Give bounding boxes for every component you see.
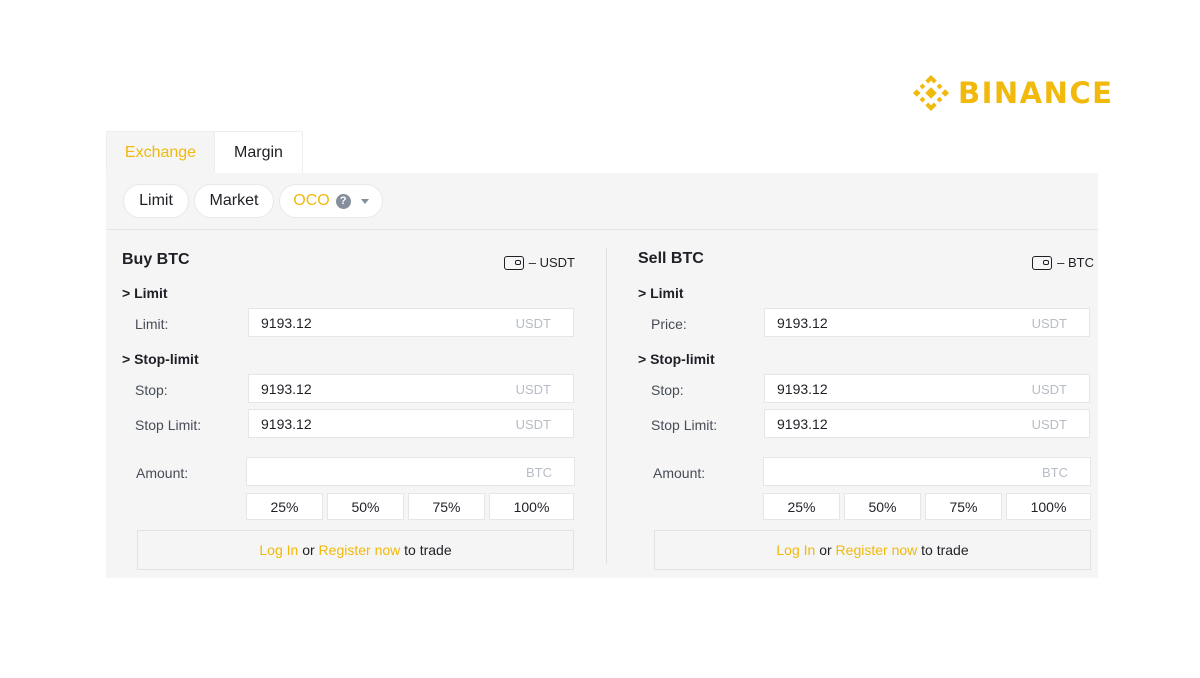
sell-stop-limit-section[interactable]: > Stop-limit [638, 351, 715, 367]
binance-diamond-icon [912, 74, 950, 112]
sell-pct-50-button[interactable]: 50% [844, 493, 921, 520]
sell-title: Sell BTC [638, 250, 704, 267]
buy-pct-100-button[interactable]: 100% [489, 493, 574, 520]
sell-form: Sell BTC – BTC > Limit Price: 9193.12 US… [638, 173, 1108, 578]
sell-balance-text: – BTC [1057, 255, 1094, 270]
buy-stop-input[interactable]: 9193.12 USDT [248, 374, 574, 403]
login-link[interactable]: Log In [259, 542, 298, 558]
buy-stop-limit-label: Stop Limit: [135, 417, 202, 433]
sell-pct-75-button[interactable]: 75% [925, 493, 1002, 520]
buy-limit-unit: USDT [515, 316, 551, 331]
buy-amount-unit: BTC [526, 465, 552, 480]
sell-amount-input[interactable]: BTC [763, 457, 1091, 486]
sell-amount-unit: BTC [1042, 465, 1068, 480]
wallet-icon [503, 255, 524, 270]
buy-form: Buy BTC – USDT > Limit Limit: 9193.12 US… [122, 173, 592, 578]
buy-stop-unit: USDT [515, 382, 551, 397]
buy-balance: – USDT [503, 255, 575, 270]
buy-stop-limit-input[interactable]: 9193.12 USDT [248, 409, 574, 438]
to-trade-text: to trade [404, 542, 452, 558]
buy-pct-75-button[interactable]: 75% [408, 493, 485, 520]
buy-limit-section[interactable]: > Limit [122, 285, 168, 301]
or-text: or [302, 542, 315, 558]
sell-price-unit: USDT [1031, 316, 1067, 331]
buy-login-prompt: Log In or Register now to trade [137, 530, 574, 570]
buy-limit-label: Limit: [135, 316, 169, 332]
sell-pct-100-button[interactable]: 100% [1006, 493, 1091, 520]
sell-price-input[interactable]: 9193.12 USDT [764, 308, 1090, 337]
sell-stop-value: 9193.12 [777, 381, 828, 397]
sell-stop-limit-input[interactable]: 9193.12 USDT [764, 409, 1090, 438]
wallet-icon [1032, 255, 1053, 270]
order-panel: Limit Market OCO ? Buy BTC – USDT > Limi… [106, 173, 1098, 578]
buy-stop-value: 9193.12 [261, 381, 312, 397]
sell-pct-25-button[interactable]: 25% [763, 493, 840, 520]
buy-title: Buy BTC [122, 251, 190, 268]
buy-stop-label: Stop: [135, 382, 168, 398]
to-trade-text: to trade [921, 542, 969, 558]
register-link[interactable]: Register now [319, 542, 401, 558]
buy-pct-50-button[interactable]: 50% [327, 493, 404, 520]
account-tabs: Exchange Margin [106, 131, 303, 173]
sell-stop-unit: USDT [1031, 382, 1067, 397]
sell-limit-section[interactable]: > Limit [638, 285, 684, 301]
trade-widget: Exchange Margin Limit Market OCO ? Buy B… [106, 131, 1098, 578]
sell-stop-label: Stop: [651, 382, 684, 398]
buy-stop-limit-unit: USDT [515, 417, 551, 432]
or-text: or [819, 542, 832, 558]
buy-percentage-buttons: 25% 50% 75% 100% [246, 493, 574, 520]
sell-price-label: Price: [651, 316, 687, 332]
brand-name: BINANCE [958, 76, 1114, 110]
sell-amount-label: Amount: [653, 465, 706, 481]
sell-price-value: 9193.12 [777, 315, 828, 331]
buy-limit-input[interactable]: 9193.12 USDT [248, 308, 574, 337]
buy-stop-limit-section[interactable]: > Stop-limit [122, 351, 199, 367]
tab-margin[interactable]: Margin [215, 131, 303, 173]
binance-logo: BINANCE [912, 74, 1113, 112]
sell-stop-limit-value: 9193.12 [777, 416, 828, 432]
sell-balance: – BTC [1032, 255, 1094, 270]
buy-stop-limit-value: 9193.12 [261, 416, 312, 432]
tab-exchange[interactable]: Exchange [106, 131, 215, 173]
buy-amount-label: Amount: [136, 465, 189, 481]
sell-stop-input[interactable]: 9193.12 USDT [764, 374, 1090, 403]
sell-login-prompt: Log In or Register now to trade [654, 530, 1091, 570]
buy-amount-input[interactable]: BTC [246, 457, 575, 486]
column-divider [606, 248, 607, 564]
sell-stop-limit-label: Stop Limit: [651, 417, 718, 433]
register-link[interactable]: Register now [836, 542, 918, 558]
login-link[interactable]: Log In [776, 542, 815, 558]
buy-limit-value: 9193.12 [261, 315, 312, 331]
sell-stop-limit-unit: USDT [1031, 417, 1067, 432]
sell-percentage-buttons: 25% 50% 75% 100% [763, 493, 1091, 520]
buy-pct-25-button[interactable]: 25% [246, 493, 323, 520]
buy-balance-text: – USDT [528, 255, 575, 270]
